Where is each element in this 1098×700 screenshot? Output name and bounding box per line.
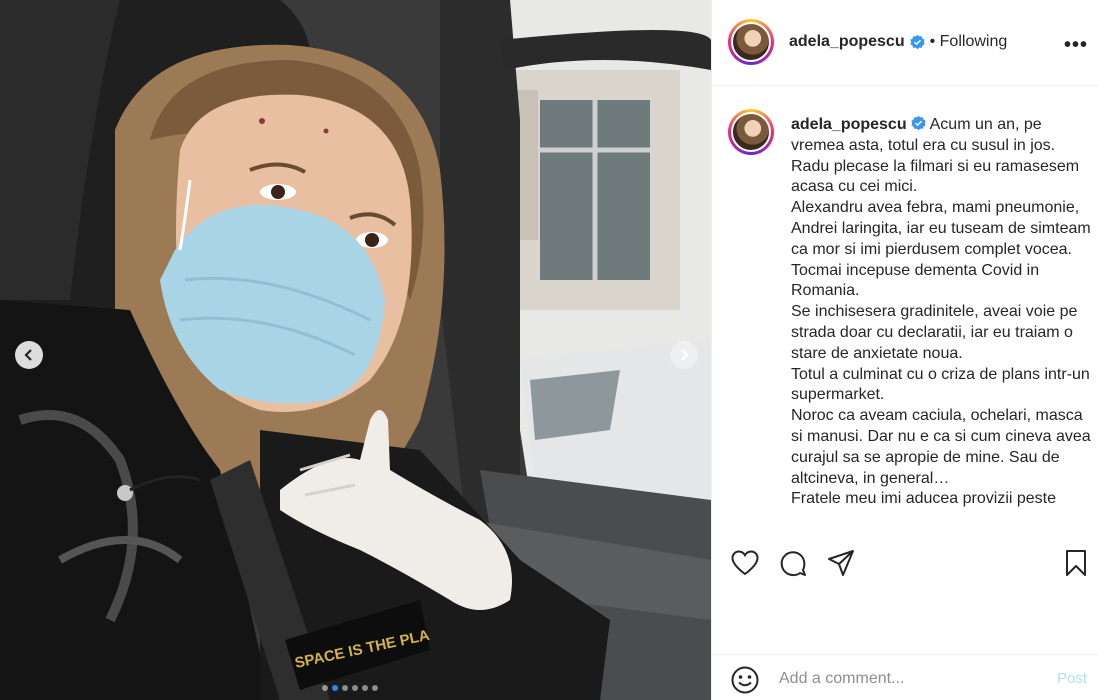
caption-section: adela_popescu Acum un an, pe vremea asta…	[712, 86, 1098, 526]
bookmark-icon	[1066, 550, 1086, 576]
carousel-indicator	[322, 685, 378, 691]
post-header: adela_popescu • Following •••	[712, 0, 1098, 86]
save-button[interactable]	[1061, 548, 1091, 578]
comment-button[interactable]	[778, 548, 808, 578]
avatar[interactable]	[728, 109, 774, 155]
share-button[interactable]	[826, 548, 856, 578]
share-icon	[828, 550, 854, 576]
follow-status-button[interactable]: • Following	[930, 33, 1008, 51]
heart-icon	[731, 550, 759, 576]
carousel-dot	[372, 685, 378, 691]
post-media[interactable]: SPACE IS THE PLA	[0, 0, 711, 700]
header-user-info: adela_popescu • Following	[789, 33, 1007, 51]
header-username[interactable]: adela_popescu	[789, 33, 905, 51]
carousel-dot	[362, 685, 368, 691]
post-details-panel: adela_popescu • Following ••• adela_pope…	[711, 0, 1098, 700]
instagram-post-window: SPACE IS THE PLA adela_popescu • Followi…	[0, 0, 1098, 700]
like-button[interactable]	[730, 548, 760, 578]
post-photo: SPACE IS THE PLA	[0, 0, 711, 700]
add-comment-bar: Post	[712, 654, 1098, 700]
carousel-next-button[interactable]	[670, 341, 698, 369]
post-actions	[712, 540, 1098, 586]
chevron-left-icon	[24, 349, 32, 361]
verified-badge-icon	[910, 34, 925, 49]
chevron-right-icon	[681, 349, 689, 361]
carousel-dot	[352, 685, 358, 691]
post-comment-button[interactable]: Post	[1057, 670, 1087, 687]
verified-badge-icon	[911, 116, 926, 131]
carousel-dot-active	[332, 685, 338, 691]
comment-icon	[780, 551, 806, 577]
comment-input[interactable]	[779, 667, 1039, 691]
caption-body: adela_popescu Acum un an, pe vremea asta…	[791, 115, 1091, 510]
carousel-dot	[322, 685, 328, 691]
emoji-icon[interactable]	[731, 666, 759, 694]
caption-text: Acum un an, pe vremea asta, totul era cu…	[791, 116, 1091, 508]
avatar[interactable]	[728, 19, 774, 65]
more-options-button[interactable]: •••	[1064, 34, 1088, 57]
caption-username[interactable]: adela_popescu	[791, 116, 907, 133]
carousel-dot	[342, 685, 348, 691]
carousel-prev-button[interactable]	[15, 341, 43, 369]
